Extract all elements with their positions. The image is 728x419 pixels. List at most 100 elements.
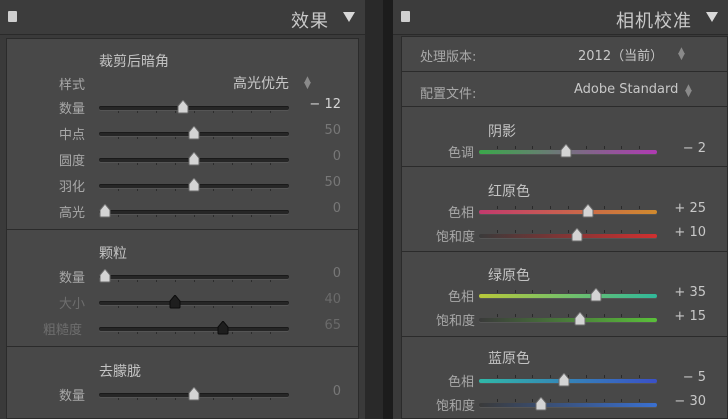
slider-track[interactable] [99, 106, 289, 110]
slider-tick [118, 111, 119, 113]
slider-tick [118, 280, 119, 282]
slider-tick [156, 163, 157, 165]
slider-tick [639, 375, 641, 378]
slider-tick [532, 375, 534, 378]
slider-track[interactable] [99, 301, 289, 305]
slider-thumb[interactable] [99, 269, 111, 283]
slider-thumb[interactable] [99, 204, 111, 218]
slider-track[interactable] [479, 294, 657, 298]
slider-track[interactable] [479, 234, 657, 238]
slider-track[interactable] [99, 327, 289, 331]
slider-tick [137, 306, 138, 308]
slider-thumb[interactable] [177, 100, 189, 114]
calibration-panel: 相机校准 处理版本: 2012（当前） ▲ ▼ 配置文件: Adobe Stand… [393, 0, 728, 419]
slider-tick [496, 230, 498, 233]
style-dropdown[interactable]: 高光优先 [233, 73, 289, 93]
slider-tick [496, 206, 498, 209]
slider-tick [270, 398, 271, 400]
effects-panel-header[interactable]: 效果 [0, 0, 365, 35]
grain-title: 颗粒 [99, 246, 127, 262]
slider-tick [639, 230, 641, 233]
slider-tick [137, 280, 138, 282]
slider-thumb[interactable] [535, 397, 547, 411]
slider-tick [496, 399, 498, 402]
slider-value: 0 [332, 266, 341, 281]
slider-label: 粗糙度 [43, 323, 83, 338]
calibration-panel-header[interactable]: 相机校准 [393, 0, 728, 35]
slider-track[interactable] [99, 275, 289, 279]
slider-track[interactable] [479, 210, 657, 214]
slider-value: − 30 [674, 394, 706, 409]
shadows-title: 阴影 [488, 124, 516, 140]
slider-tick [270, 111, 271, 113]
slider-thumb[interactable] [590, 288, 602, 302]
slider-tick [251, 332, 252, 334]
slider-thumb[interactable] [188, 387, 200, 401]
slider-tick [213, 215, 214, 217]
slider-tick [514, 230, 516, 233]
slider-value: − 5 [682, 370, 706, 385]
collapse-triangle-icon[interactable] [706, 12, 718, 22]
slider-tick [156, 215, 157, 217]
slider-tick [118, 189, 119, 191]
slider-tick [585, 230, 587, 233]
panel-toggle-icon[interactable] [8, 11, 17, 22]
slider-thumb[interactable] [574, 312, 586, 326]
slider-thumb[interactable] [560, 144, 572, 158]
slider-tick [213, 189, 214, 191]
slider-tick [532, 399, 534, 402]
slider-tick [118, 306, 119, 308]
slider-tick [232, 189, 233, 191]
slider-thumb[interactable] [582, 204, 594, 218]
slider-tick [550, 399, 552, 402]
slider-tick [251, 398, 252, 400]
slider-tick [603, 230, 605, 233]
slider-track[interactable] [99, 210, 289, 214]
slider-tick [175, 163, 176, 165]
slider-track[interactable] [479, 403, 657, 407]
slider-tick [514, 146, 516, 149]
dehaze-title: 去朦胧 [99, 364, 141, 380]
slider-track[interactable] [479, 318, 657, 322]
slider-thumb[interactable] [188, 126, 200, 140]
slider-tick [118, 398, 119, 400]
slider-tick [639, 206, 641, 209]
slider-tick [639, 399, 641, 402]
slider-tick [550, 375, 552, 378]
slider-tick [496, 290, 498, 293]
dropdown-arrows-icon[interactable]: ▲ ▼ [304, 76, 311, 91]
dropdown-arrows-icon[interactable]: ▲ ▼ [678, 47, 685, 62]
slider-tick [213, 280, 214, 282]
slider-tick [621, 146, 623, 149]
slider-tick [603, 399, 605, 402]
slider-tick [270, 189, 271, 191]
slider-tick [270, 306, 271, 308]
slider-tick [251, 163, 252, 165]
slider-label: 饱和度 [436, 314, 476, 329]
slider-tick [621, 375, 623, 378]
profile-dropdown[interactable]: Adobe Standard [574, 82, 678, 97]
slider-thumb[interactable] [169, 295, 181, 309]
process-version-dropdown[interactable]: 2012（当前） [578, 45, 663, 64]
slider-thumb[interactable] [217, 321, 229, 335]
slider-tick [270, 137, 271, 139]
slider-value: + 35 [674, 285, 706, 300]
slider-label: 数量 [59, 271, 86, 286]
dropdown-arrows-icon[interactable]: ▲ ▼ [685, 84, 692, 99]
slider-tick [156, 332, 157, 334]
slider-thumb[interactable] [188, 178, 200, 192]
slider-thumb[interactable] [571, 228, 583, 242]
slider-tick [137, 215, 138, 217]
calibration-title: 相机校准 [616, 11, 692, 32]
slider-thumb[interactable] [188, 152, 200, 166]
panel-toggle-icon[interactable] [401, 11, 410, 22]
slider-tick [251, 111, 252, 113]
slider-tick [251, 306, 252, 308]
slider-tick [175, 215, 176, 217]
slider-tick [156, 280, 157, 282]
slider-tick [137, 137, 138, 139]
slider-thumb[interactable] [558, 373, 570, 387]
collapse-triangle-icon[interactable] [343, 12, 355, 22]
slider-tick [639, 290, 641, 293]
slider-tick [175, 398, 176, 400]
